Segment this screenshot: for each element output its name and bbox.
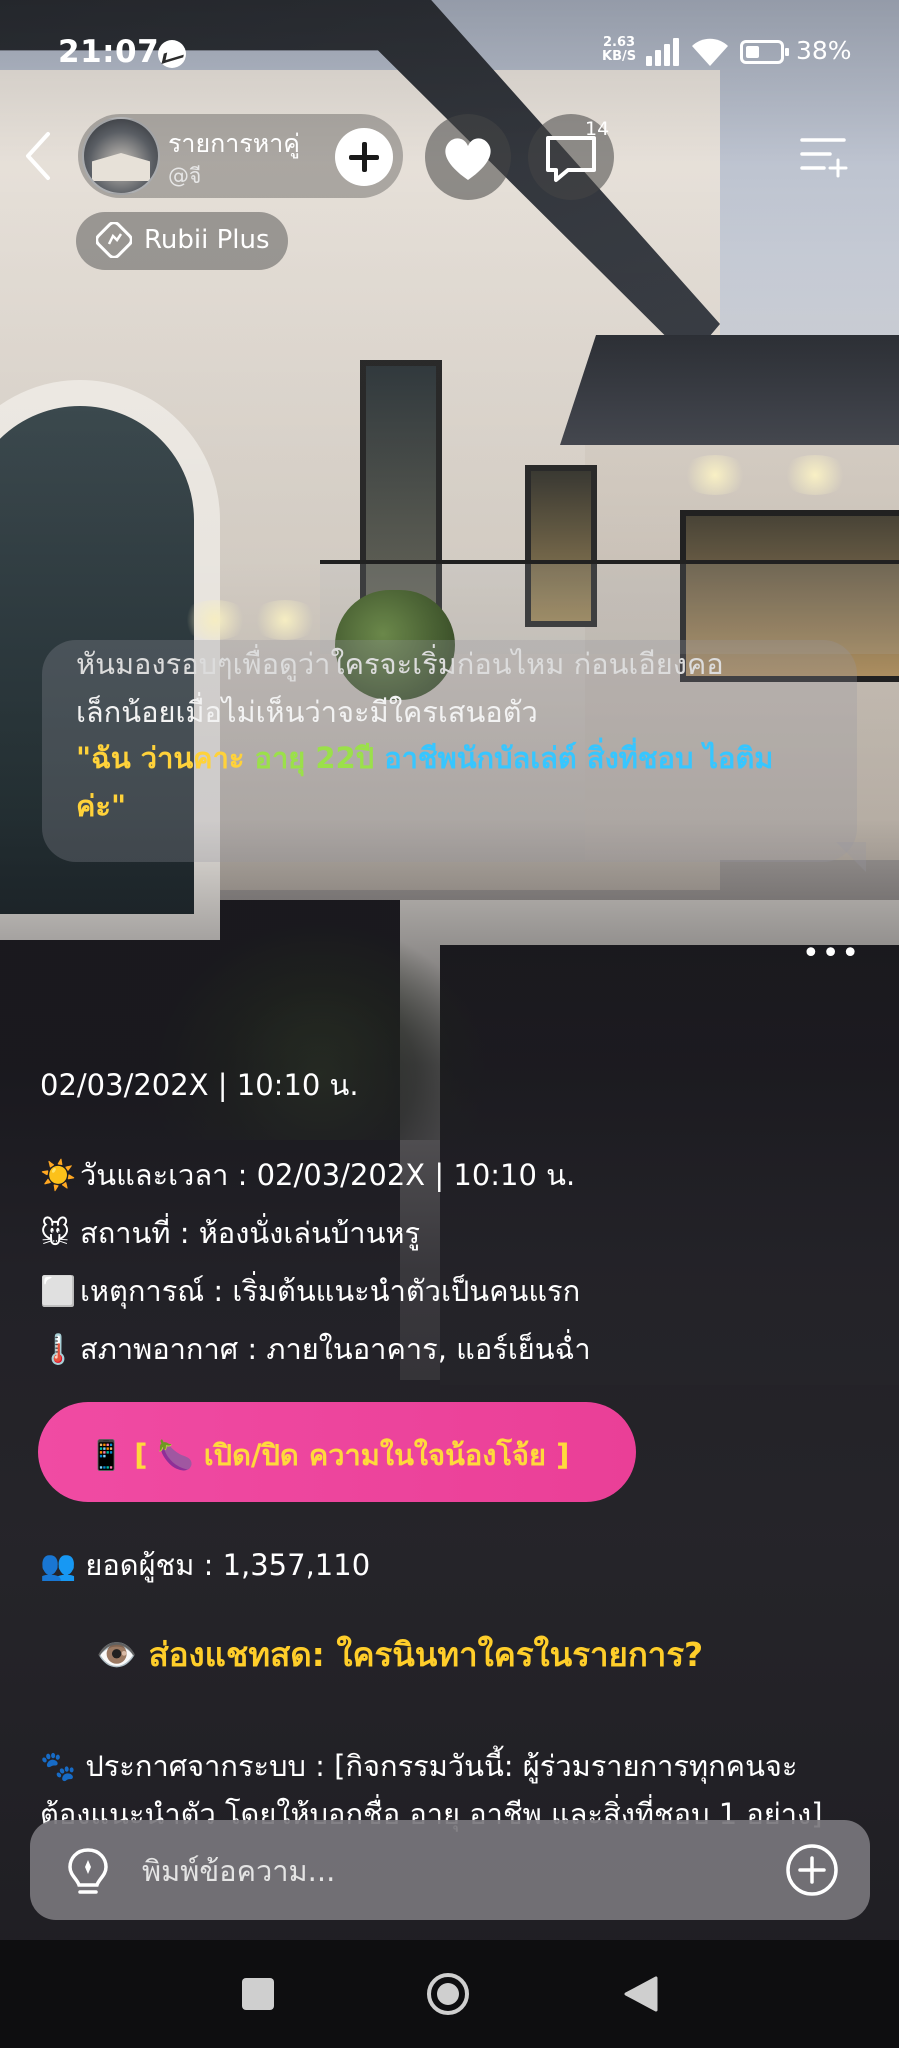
info-row-text: วันและเวลา : 02/03/202X | 10:10 น. [80, 1158, 576, 1192]
quote-segment: "ฉัน ว่านคาะ [76, 741, 245, 775]
creator-handle: @จี [168, 164, 202, 188]
message-input[interactable] [140, 1845, 764, 1897]
dark-overlay [0, 0, 899, 2048]
like-button[interactable] [425, 114, 511, 200]
character-quote: "ฉัน ว่านคาะ อายุ 22ปี อาชีพนักบัลเล่ต์ … [76, 734, 816, 830]
narration-line: หันมองรอบๆเพื่อดูว่าใครจะเริ่มก่อนไหม ก่… [76, 647, 724, 681]
info-row-text: สถานที่ : ห้องนั่งเล่นบ้านหรู [80, 1216, 421, 1250]
more-options-icon[interactable]: ••• [802, 936, 861, 971]
network-speed: 2.63 KB/S [602, 36, 636, 64]
quote-segment: อาชีพนักบัลเล่ต์ สิ่งที่ชอบ ไอติม [374, 741, 774, 775]
heart-icon [445, 138, 491, 180]
quote-segment: อายุ 22ปี [244, 741, 375, 775]
signal-icon [646, 38, 682, 66]
messenger-icon [158, 40, 186, 68]
info-row-event: ⬜ เหตุการณ์ : เริ่มต้นแนะนำตัวเป็นคนแรก [40, 1268, 580, 1314]
network-speed-unit: KB/S [602, 49, 637, 64]
narration-line: เล็กน้อยเมื่อไม่เห็นว่าจะมีใครเสนอตัว [76, 695, 538, 729]
rubii-icon [96, 222, 132, 258]
recent-apps-icon[interactable] [242, 1978, 274, 2010]
wifi-icon [692, 38, 728, 66]
battery-icon [740, 40, 789, 64]
back-icon[interactable] [18, 128, 58, 184]
info-row-datetime: ☀️ วันและเวลา : 02/03/202X | 10:10 น. [40, 1152, 575, 1198]
background-photo [0, 0, 899, 2048]
spy-live-chat-link[interactable]: 👁️ ส่องแชทสด: ใครนินทาใครในรายการ? [96, 1628, 703, 1681]
square-icon: ⬜ [40, 1274, 77, 1308]
quote-segment: ค่ะ" [76, 789, 127, 823]
datetime-header: 02/03/202X | 10:10 น. [40, 1068, 359, 1102]
home-icon[interactable] [426, 1972, 470, 2016]
toggle-inner-thoughts-label[interactable]: 📱 [ 🍆 เปิด/ปิด ความในใจน้องโจ้ย ] [88, 1432, 569, 1478]
menu-icon[interactable] [798, 134, 848, 178]
comment-count: 14 [585, 118, 610, 140]
rubii-plus-label: Rubii Plus [144, 225, 270, 255]
viewer-count: 👥 ยอดผู้ชม : 1,357,110 [40, 1548, 371, 1582]
show-title[interactable]: รายการหาคู่ [168, 124, 300, 164]
avatar[interactable] [82, 117, 160, 195]
mouse-icon: 🐭 [40, 1216, 71, 1250]
info-row-location: 🐭 สถานที่ : ห้องนั่งเล่นบ้านหรู [40, 1210, 420, 1256]
add-circle-icon[interactable] [784, 1842, 840, 1898]
thermometer-icon: 🌡️ [40, 1332, 77, 1366]
info-row-text: สภาพอากาศ : ภายในอาคาร, แอร์เย็นฉ่ำ [80, 1332, 591, 1366]
announcement-line: 🐾 ประกาศจากระบบ : [กิจกรรมวันนี้: ผู้ร่ว… [40, 1749, 798, 1783]
lightbulb-icon[interactable] [58, 1842, 118, 1902]
battery-percent: 38% [796, 36, 852, 65]
status-bar: 21:07 2.63 KB/S 38% [0, 30, 899, 80]
info-row-text: เหตุการณ์ : เริ่มต้นแนะนำตัวเป็นคนแรก [80, 1274, 581, 1308]
network-speed-value: 2.63 [603, 35, 636, 50]
sun-icon: ☀️ [40, 1158, 77, 1192]
follow-plus-button[interactable] [335, 128, 393, 186]
clock: 21:07 [58, 34, 160, 70]
info-row-weather: 🌡️ สภาพอากาศ : ภายในอาคาร, แอร์เย็นฉ่ำ [40, 1326, 591, 1372]
back-triangle-icon[interactable] [622, 1974, 658, 2014]
